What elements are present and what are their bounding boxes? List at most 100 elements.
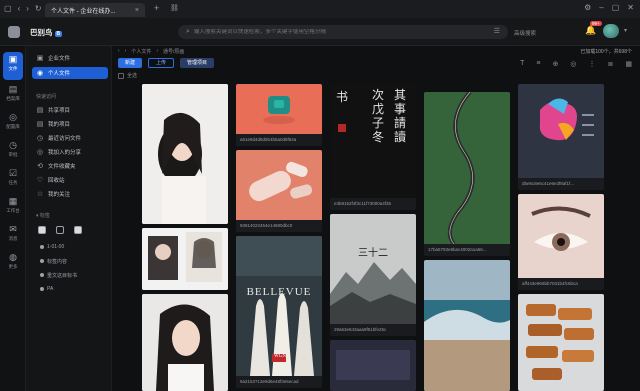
card-caption: e3b8152f4f3c11f73000a4f35	[330, 198, 416, 210]
nav-item-following[interactable]: ☆ 我的关注	[32, 188, 108, 200]
calligraphy-column-right: 其事請讀	[394, 88, 407, 144]
chevron-down-icon[interactable]: ▾	[624, 27, 627, 34]
image-card-bellevue-poster[interactable]: BELLEVUE WGN 9a2153713e9d6e48f3e5ecad	[236, 236, 322, 388]
portrait-image	[142, 84, 228, 224]
message-icon: ✉	[9, 224, 17, 234]
list-icon[interactable]: ≡	[536, 60, 540, 68]
select-all[interactable]: 全选	[118, 72, 137, 79]
add-icon[interactable]: ⊕	[553, 60, 559, 68]
image-card-pills[interactable]: 50814022464e14680dbc0	[236, 150, 322, 232]
new-tab-button[interactable]: +	[154, 3, 159, 13]
image-card-food[interactable]	[518, 294, 604, 391]
image-card-portrait-woman-2[interactable]	[142, 294, 228, 391]
select-all-checkbox[interactable]	[118, 72, 124, 79]
image-card-eye[interactable]: aff443e965bb7031b4fc6bca	[518, 194, 604, 290]
loaded-count-label: 已加载100个，共698个	[580, 49, 632, 55]
tags-heading-label: 标签	[39, 213, 50, 219]
target-icon[interactable]: ◎	[570, 60, 576, 68]
nav-item-enterprise-files[interactable]: ▣ 企业文件	[32, 52, 108, 64]
back-arrow-icon[interactable]: ‹	[118, 48, 120, 54]
sidebar-toggle-icon[interactable]: ▢	[4, 3, 12, 15]
upload-button[interactable]: 上传	[148, 58, 175, 68]
rail-item-tasks[interactable]: ☑ 任务	[0, 166, 26, 194]
trash-icon: ♡	[36, 177, 44, 184]
folder-icon: ▣	[8, 54, 18, 64]
tab-close-icon[interactable]: ×	[135, 7, 139, 14]
mountain-poster-image	[330, 214, 416, 324]
forward-arrow-icon[interactable]: ›	[125, 48, 127, 54]
search-input[interactable]	[193, 29, 474, 35]
image-card-calligraphy[interactable]: 书 其事請讀 次戊子冬 e3b8152f4f3c11f73000a4f35	[330, 84, 416, 210]
rail-item-approval[interactable]: ◷ 审批	[0, 138, 26, 166]
settings-icon[interactable]: ⚙	[584, 3, 591, 12]
rail-item-config[interactable]: ◎ 配置库	[0, 110, 26, 138]
rail-label: 档案库	[6, 96, 20, 101]
nav-item-recent-files[interactable]: ◷ 最近访问文件	[32, 132, 108, 144]
image-card-infographic[interactable]: d5e5c8e6c41e6e3f8af1f...	[518, 84, 604, 190]
advanced-search-link[interactable]: 高级搜索	[514, 29, 536, 37]
back-icon[interactable]: ‹	[18, 3, 21, 15]
text-icon[interactable]: T	[520, 60, 524, 68]
card-caption: a61e8d4d8d5b4b5a0d8f64a	[236, 134, 322, 146]
task-icon: ☑	[8, 168, 18, 178]
rail-label: 任务	[8, 180, 18, 185]
forward-icon[interactable]: ›	[26, 3, 29, 15]
rail-item-more[interactable]: ◍ 更多	[0, 250, 26, 278]
coral-device-image	[236, 84, 322, 134]
portrait-image	[142, 294, 228, 391]
maximize-icon[interactable]: ▢	[612, 3, 620, 12]
image-card-winding-road[interactable]: 17ba5793e8bac4002a1a66...	[424, 92, 510, 256]
card-caption: 17ba5793e8bac4002a1a66...	[424, 244, 510, 256]
grid-view-icon[interactable]: ▦	[625, 60, 632, 68]
image-card-portrait-woman[interactable]	[142, 84, 228, 224]
nav-item-shared-projects[interactable]: ▤ 共享项目	[32, 104, 108, 116]
more-vertical-icon[interactable]: ⋮	[589, 60, 596, 68]
rail-item-archive[interactable]: ▤ 档案库	[0, 82, 26, 110]
tree-item[interactable]: 重文这目标书	[40, 270, 77, 280]
collage-image	[142, 228, 228, 290]
image-card-coral-device[interactable]: a61e8d4d8d5b4b5a0d8f64a	[236, 84, 322, 146]
avatar[interactable]	[603, 24, 619, 38]
breadcrumb-current: 通号/原画	[163, 48, 185, 55]
nav-item-recycle-bin[interactable]: ♡ 回收站	[32, 174, 108, 186]
tag-filter-solid[interactable]	[74, 226, 82, 234]
bell-icon[interactable]: 🔔	[585, 25, 596, 36]
sort-icon[interactable]: ≣	[608, 60, 614, 68]
tag-filter-solid[interactable]	[38, 226, 46, 234]
rail-item-messages[interactable]: ✉ 消息	[0, 222, 26, 250]
poster-title-sanshier: 三十二	[358, 248, 388, 259]
search-bar[interactable]: ⌕ ☰	[178, 25, 508, 39]
nav-item-personal-files[interactable]: ◉ 个人文件	[32, 67, 108, 79]
tree-item[interactable]: 标签内容	[40, 256, 67, 266]
calligraphy-column-left: 次戊子冬	[372, 88, 385, 144]
rail-item-workbench[interactable]: ▦ 工作台	[0, 194, 26, 222]
tree-item[interactable]: PA	[40, 284, 53, 294]
config-icon: ◎	[9, 112, 17, 122]
tag-filter-outline[interactable]	[56, 226, 64, 234]
card-caption: 50814022464e14680dbc0	[236, 220, 322, 232]
image-card-mountain-poster[interactable]: 三十二 29a63e843aaa9f51bfe25c	[330, 214, 416, 336]
minimize-icon[interactable]: –	[599, 3, 603, 12]
filter-icon[interactable]: ☰	[494, 27, 500, 35]
close-icon[interactable]: ✕	[627, 3, 634, 12]
rail-item-files[interactable]: ▣ 文件	[3, 52, 23, 80]
tree-bullet	[40, 287, 44, 291]
image-card-collage[interactable]	[142, 228, 228, 290]
eye-image	[518, 194, 604, 278]
link-icon[interactable]: ⛓	[170, 4, 179, 12]
select-all-label: 全选	[127, 73, 138, 79]
archive-icon: ▤	[8, 84, 18, 94]
browser-tab[interactable]: 个人文件 - 企业在线办... ×	[45, 3, 145, 17]
new-button[interactable]: 新建	[118, 58, 143, 68]
clock-icon: ◷	[36, 135, 44, 142]
tree-item[interactable]: 1-01-00	[40, 242, 64, 252]
image-card-wave[interactable]	[424, 260, 510, 391]
nav-item-favorites[interactable]: ⟲ 文件收藏夹	[32, 160, 108, 172]
breadcrumb-root[interactable]: 个人文件	[131, 48, 151, 55]
nav-item-my-projects[interactable]: ▤ 我的项目	[32, 118, 108, 130]
tree-bullet	[40, 259, 44, 263]
image-card-dark-poster[interactable]	[330, 340, 416, 391]
manage-project-button[interactable]: 管理项目	[180, 58, 215, 68]
nav-item-joined-shares[interactable]: ◎ 我加入的分享	[32, 146, 108, 158]
reload-icon[interactable]: ↻	[35, 3, 42, 15]
